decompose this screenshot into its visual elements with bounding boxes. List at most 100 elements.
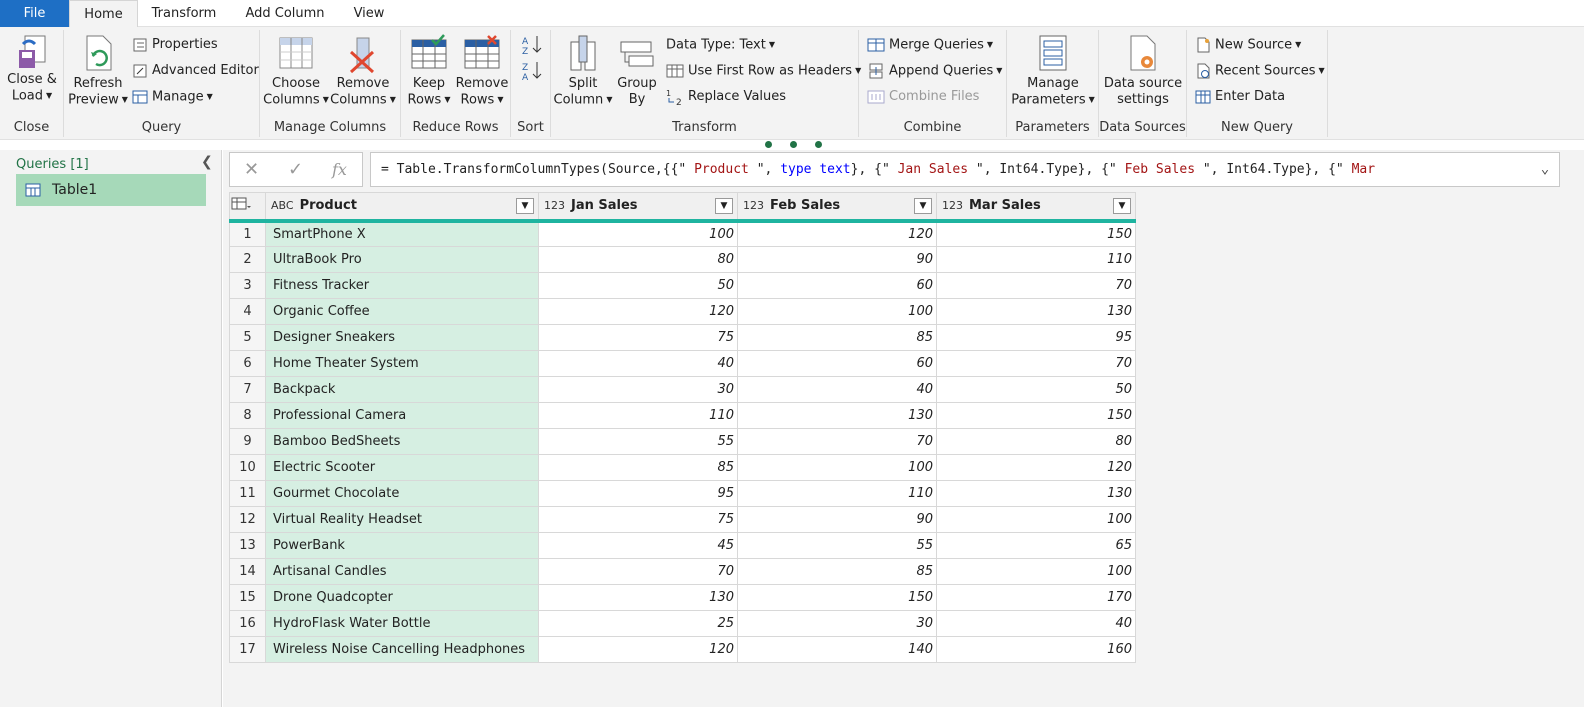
confirm-icon[interactable]: ✓ (288, 159, 303, 180)
jan-sales-cell[interactable]: 120 (538, 636, 738, 663)
row-number[interactable]: 12 (229, 506, 266, 533)
table-row[interactable]: 10 Electric Scooter 85 100 120 (229, 454, 1136, 481)
feb-sales-cell[interactable]: 30 (737, 610, 937, 637)
table-menu-button[interactable] (229, 192, 266, 223)
jan-sales-cell[interactable]: 75 (538, 324, 738, 351)
feb-sales-cell[interactable]: 110 (737, 480, 937, 507)
cancel-icon[interactable]: ✕ (244, 159, 259, 180)
mar-sales-cell[interactable]: 95 (936, 324, 1136, 351)
table-row[interactable]: 15 Drone Quadcopter 130 150 170 (229, 584, 1136, 611)
product-cell[interactable]: Artisanal Candles (265, 558, 539, 585)
mar-sales-cell[interactable]: 160 (936, 636, 1136, 663)
mar-sales-cell[interactable]: 120 (936, 454, 1136, 481)
refresh-preview-button[interactable]: Refresh Preview ▼ (68, 34, 128, 109)
jan-sales-cell[interactable]: 110 (538, 402, 738, 429)
product-cell[interactable]: Virtual Reality Headset (265, 506, 539, 533)
mar-sales-cell[interactable]: 100 (936, 558, 1136, 585)
table-row[interactable]: 11 Gourmet Chocolate 95 110 130 (229, 480, 1136, 507)
mar-sales-cell[interactable]: 100 (936, 506, 1136, 533)
table-row[interactable]: 2 UltraBook Pro 80 90 110 (229, 246, 1136, 273)
row-number[interactable]: 16 (229, 610, 266, 637)
mar-sales-cell[interactable]: 130 (936, 298, 1136, 325)
table-row[interactable]: 12 Virtual Reality Headset 75 90 100 (229, 506, 1136, 533)
manage-parameters-button[interactable]: Manage Parameters ▼ (1011, 34, 1095, 109)
table-row[interactable]: 1 SmartPhone X 100 120 150 (229, 220, 1136, 247)
fx-icon[interactable]: fx (332, 160, 347, 179)
product-cell[interactable]: PowerBank (265, 532, 539, 559)
table-row[interactable]: 3 Fitness Tracker 50 60 70 (229, 272, 1136, 299)
keep-rows-button[interactable]: Keep Rows ▼ (403, 34, 455, 109)
feb-sales-cell[interactable]: 130 (737, 402, 937, 429)
mar-sales-cell[interactable]: 65 (936, 532, 1136, 559)
jan-sales-cell[interactable]: 25 (538, 610, 738, 637)
table-row[interactable]: 14 Artisanal Candles 70 85 100 (229, 558, 1136, 585)
row-number[interactable]: 9 (229, 428, 266, 455)
jan-sales-cell[interactable]: 95 (538, 480, 738, 507)
feb-sales-cell[interactable]: 100 (737, 454, 937, 481)
feb-sales-cell[interactable]: 100 (737, 298, 937, 325)
split-column-button[interactable]: Split Column ▼ (553, 34, 613, 109)
table-row[interactable]: 8 Professional Camera 110 130 150 (229, 402, 1136, 429)
table-row[interactable]: 4 Organic Coffee 120 100 130 (229, 298, 1136, 325)
replace-values-button[interactable]: 1 2 Replace Values (666, 86, 786, 108)
row-number[interactable]: 11 (229, 480, 266, 507)
row-number[interactable]: 17 (229, 636, 266, 663)
feb-sales-cell[interactable]: 120 (737, 220, 937, 247)
expand-chevron-icon[interactable]: ⌄ (1531, 153, 1559, 186)
feb-sales-cell[interactable]: 40 (737, 376, 937, 403)
product-cell[interactable]: Designer Sneakers (265, 324, 539, 351)
feb-sales-cell[interactable]: 140 (737, 636, 937, 663)
row-number[interactable]: 2 (229, 246, 266, 273)
table-row[interactable]: 9 Bamboo BedSheets 55 70 80 (229, 428, 1136, 455)
product-cell[interactable]: Professional Camera (265, 402, 539, 429)
row-number[interactable]: 7 (229, 376, 266, 403)
jan-sales-cell[interactable]: 40 (538, 350, 738, 377)
jan-sales-cell[interactable]: 100 (538, 220, 738, 247)
feb-sales-cell[interactable]: 60 (737, 350, 937, 377)
remove-columns-button[interactable]: Remove Columns ▼ (330, 34, 396, 109)
sort-ascending-button[interactable]: AZ (521, 34, 547, 57)
product-cell[interactable]: Electric Scooter (265, 454, 539, 481)
data-source-settings-button[interactable]: Data source settings (1103, 34, 1183, 108)
filter-dropdown-icon[interactable]: ▼ (1113, 198, 1131, 214)
table-row[interactable]: 6 Home Theater System 40 60 70 (229, 350, 1136, 377)
tab-view[interactable]: View (345, 0, 393, 27)
row-number[interactable]: 10 (229, 454, 266, 481)
row-number[interactable]: 5 (229, 324, 266, 351)
column-header-feb-sales[interactable]: 123 Feb Sales ▼ (737, 192, 937, 223)
feb-sales-cell[interactable]: 55 (737, 532, 937, 559)
feb-sales-cell[interactable]: 85 (737, 324, 937, 351)
feb-sales-cell[interactable]: 90 (737, 506, 937, 533)
row-number[interactable]: 13 (229, 532, 266, 559)
jan-sales-cell[interactable]: 75 (538, 506, 738, 533)
sort-descending-button[interactable]: ZA (521, 60, 547, 83)
mar-sales-cell[interactable]: 150 (936, 220, 1136, 247)
tab-transform[interactable]: Transform (145, 0, 223, 27)
recent-sources-button[interactable]: Recent Sources ▼ (1195, 60, 1325, 82)
advanced-editor-button[interactable]: Advanced Editor (132, 60, 259, 82)
manage-button[interactable]: Manage ▼ (132, 86, 213, 108)
jan-sales-cell[interactable]: 120 (538, 298, 738, 325)
product-cell[interactable]: Gourmet Chocolate (265, 480, 539, 507)
collapse-chevron-icon[interactable]: ❮ (201, 154, 213, 170)
use-first-row-headers-button[interactable]: Use First Row as Headers ▼ (666, 60, 861, 82)
tab-home[interactable]: Home (69, 0, 138, 28)
product-cell[interactable]: UltraBook Pro (265, 246, 539, 273)
jan-sales-cell[interactable]: 130 (538, 584, 738, 611)
table-row[interactable]: 17 Wireless Noise Cancelling Headphones 12… (229, 636, 1136, 663)
mar-sales-cell[interactable]: 170 (936, 584, 1136, 611)
column-header-product[interactable]: ABC Product ▼ (265, 192, 539, 223)
jan-sales-cell[interactable]: 45 (538, 532, 738, 559)
formula-bar[interactable]: = Table.TransformColumnTypes(Source,{{" … (370, 152, 1560, 187)
combine-files-button[interactable]: Combine Files (867, 86, 979, 108)
properties-button[interactable]: Properties (132, 34, 218, 56)
row-number[interactable]: 8 (229, 402, 266, 429)
product-cell[interactable]: Wireless Noise Cancelling Headphones (265, 636, 539, 663)
product-cell[interactable]: Backpack (265, 376, 539, 403)
row-number[interactable]: 4 (229, 298, 266, 325)
feb-sales-cell[interactable]: 150 (737, 584, 937, 611)
jan-sales-cell[interactable]: 30 (538, 376, 738, 403)
tab-add-column[interactable]: Add Column (240, 0, 330, 27)
data-type-dropdown[interactable]: Data Type: Text ▼ (666, 34, 775, 56)
jan-sales-cell[interactable]: 80 (538, 246, 738, 273)
